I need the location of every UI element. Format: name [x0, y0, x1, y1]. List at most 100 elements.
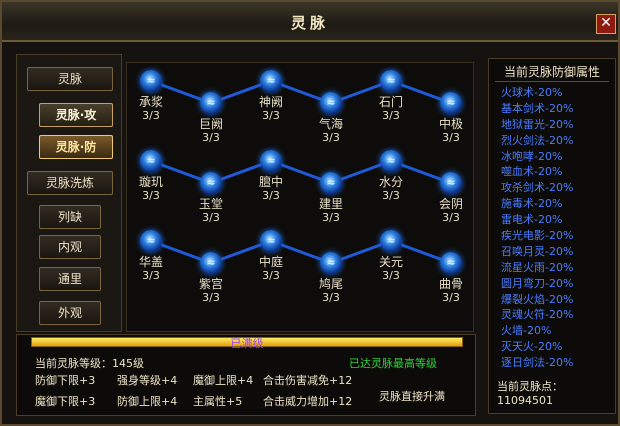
menu-button-waiguan[interactable]: 外观	[39, 301, 101, 325]
menu-button-lingmai[interactable]: 灵脉	[27, 67, 113, 91]
menu-button-lingmai-defense[interactable]: 灵脉·防	[39, 135, 113, 159]
meridian-node[interactable]: ≈	[140, 230, 162, 252]
defense-item: 逐日剑法-20%	[501, 356, 574, 370]
stat-item: 防御上限+4	[117, 395, 178, 408]
meridian-node[interactable]: ≈	[440, 172, 462, 194]
defense-panel: 当前灵脉防御属性 火球术-20% 基本剑术-20% 地狱雷光-20% 烈火剑法-20%…	[488, 58, 616, 414]
meridian-node-name: 鸠尾	[318, 277, 343, 291]
meridian-node-name: 玉堂	[198, 197, 223, 211]
menu-button-tongli[interactable]: 通里	[39, 267, 101, 291]
meridian-node[interactable]: ≈	[260, 70, 282, 92]
defense-item: 雷电术-20%	[501, 213, 563, 227]
meridian-node-name: 水分	[378, 175, 403, 189]
meridian-orb-icon: ≈	[146, 154, 156, 167]
defense-panel-title: 当前灵脉防御属性	[503, 65, 600, 79]
stat-item: 防御下限+3	[35, 374, 96, 387]
defense-item: 灵魂火符-20%	[501, 308, 574, 322]
divider	[495, 81, 609, 82]
status-panel: 已满级 当前灵脉等级：145级 已达灵脉最高等级 防御下限+3 强身等级+4 魔…	[16, 334, 476, 416]
meridian-node[interactable]: ≈	[260, 230, 282, 252]
meridian-node-name: 气海	[318, 117, 343, 131]
meridian-node-count: 3/3	[262, 189, 280, 202]
points-value: 11094501	[497, 394, 553, 407]
meridian-node-count: 3/3	[202, 131, 220, 144]
meridian-node-name: 中庭	[258, 255, 283, 269]
meridian-node[interactable]: ≈	[440, 252, 462, 274]
menu-button-refine[interactable]: 灵脉洗炼	[27, 171, 113, 195]
meridian-node[interactable]: ≈	[380, 150, 402, 172]
defense-item: 火墙-20%	[501, 324, 552, 338]
meridian-node-name: 璇玑	[138, 175, 163, 189]
meridian-node-count: 3/3	[322, 131, 340, 144]
meridian-node[interactable]: ≈	[200, 252, 222, 274]
meridian-node[interactable]: ≈	[140, 70, 162, 92]
meridian-node-name: 石门	[378, 95, 403, 109]
meridian-node-count: 3/3	[442, 131, 460, 144]
meridian-orb-icon: ≈	[446, 96, 456, 109]
defense-item: 噬血术-20%	[501, 165, 563, 179]
meridian-orb-icon: ≈	[146, 234, 156, 247]
defense-item: 疾光电影-20%	[501, 229, 574, 243]
meridian-node-count: 3/3	[142, 109, 160, 122]
stat-item: 合击伤害减免+12	[263, 374, 353, 387]
menu-button-neiguan[interactable]: 内观	[39, 235, 101, 259]
defense-item: 基本剑术-20%	[501, 101, 574, 115]
meridian-node[interactable]: ≈	[200, 172, 222, 194]
menu-button-liequ[interactable]: 列缺	[39, 205, 101, 229]
defense-item: 烈火剑法-20%	[501, 133, 574, 147]
upgrade-full-button[interactable]: 灵脉直接升满	[379, 388, 445, 404]
max-level-text: 已达灵脉最高等级	[349, 357, 437, 370]
meridian-orb-icon: ≈	[266, 74, 276, 87]
meridian-orb-icon: ≈	[146, 74, 156, 87]
meridian-node[interactable]: ≈	[440, 92, 462, 114]
defense-item: 冰咆哮-20%	[501, 149, 563, 163]
meridian-node-name: 紫宫	[198, 277, 223, 291]
meridian-node-count: 3/3	[322, 211, 340, 224]
defense-item: 火球术-20%	[501, 86, 563, 99]
defense-item: 地狱雷光-20%	[501, 117, 574, 131]
progress-bar-text: 已满级	[230, 337, 264, 350]
meridian-node-count: 3/3	[142, 269, 160, 282]
meridian-node-count: 3/3	[442, 211, 460, 224]
meridian-node-name: 膻中	[258, 175, 283, 189]
meridian-node[interactable]: ≈	[320, 172, 342, 194]
defense-item: 灭天火-20%	[501, 340, 563, 354]
stat-item: 魔御下限+3	[35, 395, 96, 408]
meridian-orb-icon: ≈	[446, 176, 456, 189]
meridian-node-count: 3/3	[382, 109, 400, 122]
meridian-node[interactable]: ≈	[320, 252, 342, 274]
meridian-node[interactable]: ≈	[320, 92, 342, 114]
lingmai-points: 当前灵脉点：11094501	[497, 378, 615, 407]
meridian-node[interactable]: ≈	[200, 92, 222, 114]
close-button[interactable]: ✕	[596, 14, 616, 34]
meridian-node[interactable]: ≈	[380, 70, 402, 92]
meridian-node-name: 神阙	[258, 95, 283, 109]
meridian-node-name: 华盖	[138, 255, 163, 269]
meridian-node-count: 3/3	[202, 211, 220, 224]
meridian-node-name: 曲骨	[438, 277, 463, 291]
stat-item: 强身等级+4	[117, 374, 178, 387]
level-label: 当前灵脉等级：	[35, 357, 112, 370]
current-level: 当前灵脉等级：145级	[35, 355, 144, 371]
meridian-node[interactable]: ≈	[380, 230, 402, 252]
lingmai-window: 灵脉 ✕ 灵脉 灵脉·攻 灵脉·防 灵脉洗炼 列缺 内观 通里 外观 ≈ 承浆 3/…	[0, 0, 620, 426]
menu-button-lingmai-attack[interactable]: 灵脉·攻	[39, 103, 113, 127]
meridian-orb-icon: ≈	[386, 74, 396, 87]
close-icon: ✕	[600, 15, 612, 31]
title-bar: 灵脉 ✕	[2, 2, 618, 42]
meridian-orb-icon: ≈	[326, 256, 336, 269]
meridian-node-name: 会阴	[438, 197, 463, 211]
meridian-node-count: 3/3	[142, 189, 160, 202]
stat-item: 主属性+5	[193, 395, 243, 408]
meridian-node-name: 建里	[318, 197, 343, 211]
meridian-orb-icon: ≈	[206, 256, 216, 269]
meridian-graph: ≈ 承浆 3/3 ≈ 巨阙 3/3 ≈ 神阙 3/3 ≈ 气海 3/3 ≈ 石门 3/3 ≈ 中极 3/3 ≈ 璇玑 3…	[126, 62, 474, 332]
meridian-node-count: 3/3	[262, 109, 280, 122]
stat-item: 魔御上限+4	[193, 374, 254, 387]
meridian-orb-icon: ≈	[326, 96, 336, 109]
meridian-orb-icon: ≈	[266, 154, 276, 167]
meridian-links	[150, 79, 452, 265]
defense-item: 召唤月灵-20%	[501, 244, 574, 258]
meridian-node[interactable]: ≈	[260, 150, 282, 172]
meridian-node[interactable]: ≈	[140, 150, 162, 172]
